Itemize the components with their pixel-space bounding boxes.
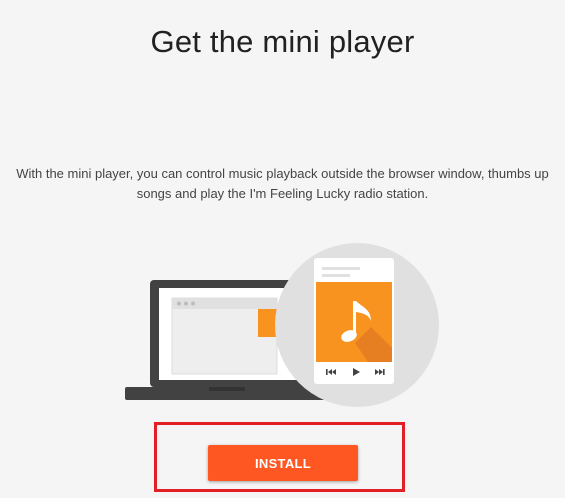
page-title: Get the mini player	[150, 24, 415, 59]
mini-player-illustration	[125, 243, 439, 407]
description-text: With the mini player, you can control mu…	[16, 166, 549, 201]
mini-player-icon	[314, 258, 394, 384]
install-button[interactable]: INSTALL	[208, 445, 358, 481]
mini-player-dialog: Get the mini player With the mini player…	[0, 0, 565, 498]
